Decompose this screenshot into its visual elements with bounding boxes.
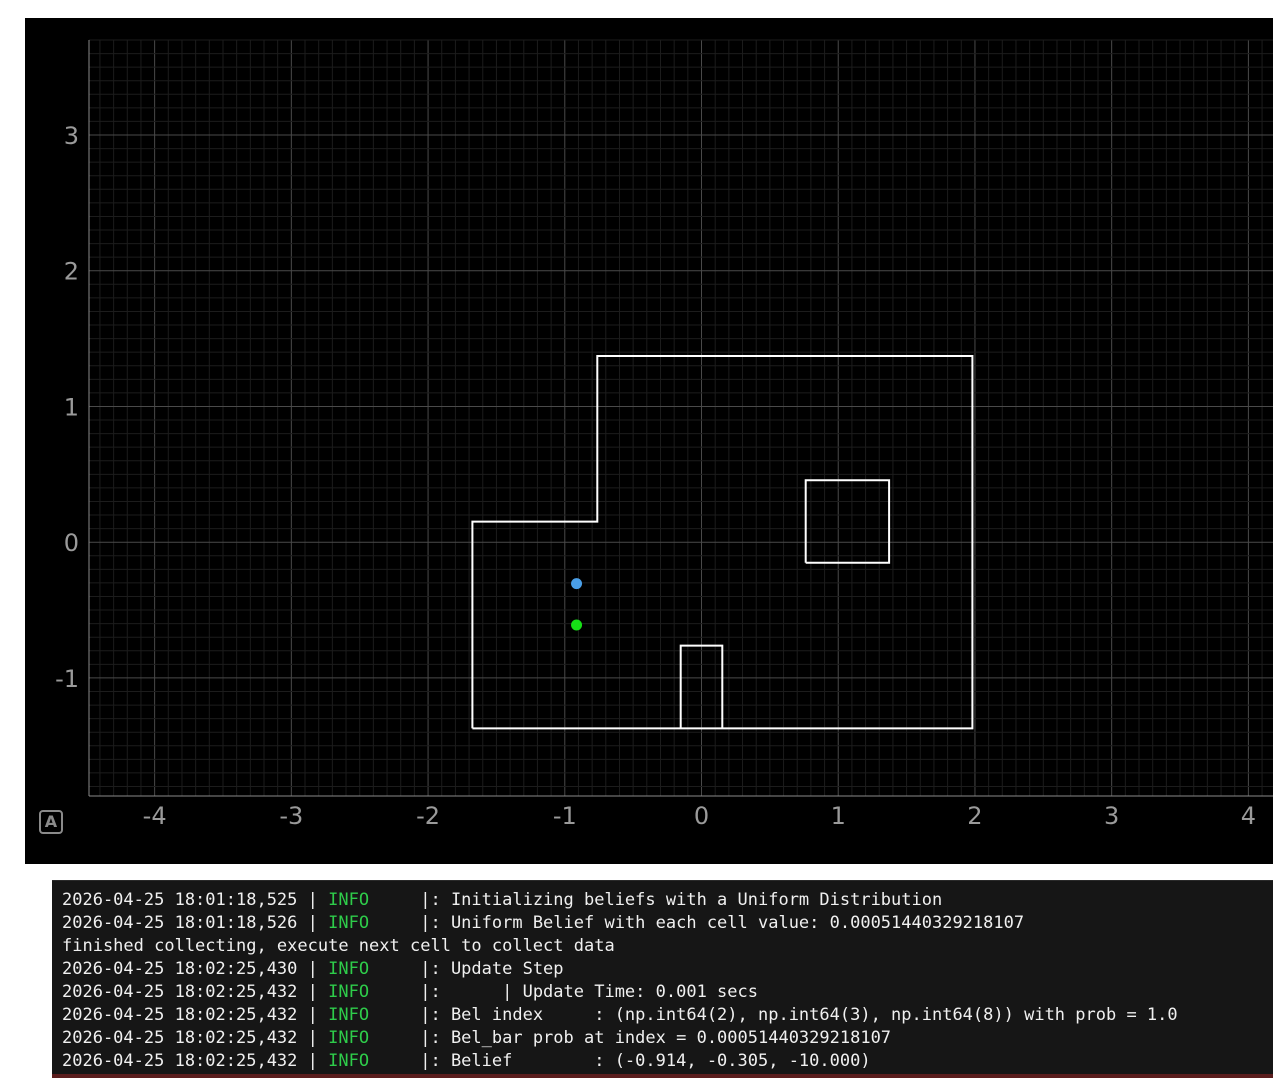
- log-timestamp: 2026-04-25 18:02:25,432 |: [62, 1005, 329, 1025]
- log-timestamp: 2026-04-25 18:02:25,432 |: [62, 982, 329, 1002]
- x-tick-label: 1: [831, 802, 846, 830]
- log-panel-bottom-border: [52, 1074, 1273, 1078]
- log-timestamp: 2026-04-25 18:02:25,432 |: [62, 1051, 329, 1071]
- log-message: |: | Update Time: 0.001 secs: [369, 982, 758, 1002]
- belief-point: [571, 578, 583, 590]
- x-tick-label: -4: [143, 802, 167, 830]
- x-tick-label: 0: [694, 802, 709, 830]
- log-line: 2026-04-25 18:02:25,432 | INFO |: Bel in…: [62, 1004, 1178, 1027]
- log-timestamp: 2026-04-25 18:02:25,430 |: [62, 959, 329, 979]
- log-timestamp: 2026-04-25 18:01:18,525 |: [62, 890, 329, 910]
- log-timestamp: 2026-04-25 18:01:18,526 |: [62, 913, 329, 933]
- log-message: |: Update Step: [369, 959, 564, 979]
- log-line: 2026-04-25 18:02:25,432 | INFO |: Bel_ba…: [62, 1027, 891, 1050]
- x-tick-label: -2: [416, 802, 440, 830]
- log-line: 2026-04-25 18:01:18,525 | INFO |: Initia…: [62, 889, 942, 912]
- log-level: INFO: [328, 1028, 370, 1048]
- y-tick-label: -1: [55, 665, 79, 693]
- log-level: INFO: [328, 982, 370, 1002]
- x-tick-label: -3: [279, 802, 303, 830]
- log-message: |: Bel index : (np.int64(2), np.int64(3)…: [369, 1005, 1178, 1025]
- y-tick-label: 1: [64, 393, 79, 421]
- log-timestamp: finished collecting, execute next cell t…: [62, 936, 615, 956]
- log-line: 2026-04-25 18:02:25,430 | INFO |: Update…: [62, 958, 564, 981]
- x-tick-label: -1: [553, 802, 577, 830]
- x-tick-label: 3: [1104, 802, 1119, 830]
- y-tick-label: 0: [64, 529, 79, 557]
- y-tick-label: 2: [64, 258, 79, 286]
- log-message: |: Uniform Belief with each cell value: …: [369, 913, 1025, 933]
- log-line: 2026-04-25 18:01:18,526 | INFO |: Unifor…: [62, 912, 1024, 935]
- log-level: INFO: [328, 1051, 370, 1071]
- log-timestamp: 2026-04-25 18:02:25,432 |: [62, 1028, 329, 1048]
- auto-range-button[interactable]: A: [39, 810, 63, 834]
- log-message: |: Bel_bar prob at index = 0.00051440329…: [369, 1028, 892, 1048]
- log-level: INFO: [328, 959, 370, 979]
- plot-panel[interactable]: -4 -3 -2 -1 0 1 2 3 4 3 2 1 0 -1 A: [25, 18, 1273, 864]
- log-line: 2026-04-25 18:02:25,432 | INFO |: Belief…: [62, 1050, 871, 1073]
- map-obstacle-box: [804, 479, 891, 564]
- log-line: 2026-04-25 18:02:25,432 | INFO |: | Upda…: [62, 981, 758, 1004]
- log-message: |: Initializing beliefs with a Uniform D…: [369, 890, 943, 910]
- log-level: INFO: [328, 1005, 370, 1025]
- log-message: |: Belief : (-0.914, -0.305, -10.000): [369, 1051, 871, 1071]
- log-line: finished collecting, execute next cell t…: [62, 935, 615, 958]
- log-level: INFO: [328, 913, 370, 933]
- y-tick-label: 3: [64, 122, 79, 150]
- x-tick-label: 2: [967, 802, 982, 830]
- plot-canvas[interactable]: -4 -3 -2 -1 0 1 2 3 4 3 2 1 0 -1: [25, 18, 1273, 864]
- ground-truth-point: [571, 619, 583, 631]
- log-level: INFO: [328, 890, 370, 910]
- x-tick-label: 4: [1241, 802, 1256, 830]
- log-output-panel: 2026-04-25 18:01:18,525 | INFO |: Initia…: [52, 880, 1273, 1078]
